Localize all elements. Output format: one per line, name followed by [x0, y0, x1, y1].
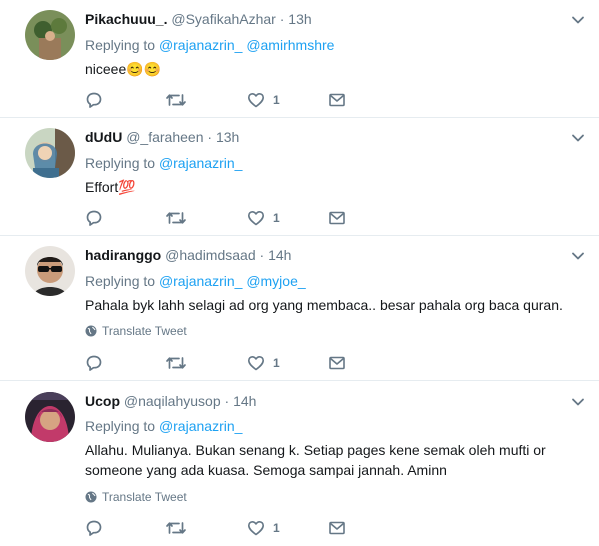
like-count: 1 [273, 356, 280, 370]
retweet-button[interactable] [165, 208, 187, 228]
like-count: 1 [273, 521, 280, 535]
direct-message-button[interactable] [328, 208, 346, 228]
replying-label: Replying to [85, 37, 156, 53]
tweet-3[interactable]: hadiranggo @hadimdsaad · 14h Replying to… [0, 236, 599, 381]
separator-dot: · [279, 11, 285, 27]
reply-icon [86, 355, 102, 371]
retweet-button[interactable] [165, 518, 187, 538]
retweet-icon [166, 357, 186, 369]
tweet-text: niceee😊😊 [85, 61, 162, 77]
replying-to: Replying to @rajanazrin_ @amirhmshre [85, 37, 334, 53]
user-name[interactable]: Pikachuuu_. [85, 11, 167, 27]
chevron-down-icon[interactable] [571, 395, 585, 409]
retweet-icon [166, 522, 186, 534]
chevron-down-icon[interactable] [571, 249, 585, 263]
mention-link[interactable]: @myjoe_ [246, 273, 305, 289]
user-name[interactable]: Ucop [85, 393, 120, 409]
avatar-icon[interactable] [25, 128, 75, 178]
like-button[interactable]: 1 [247, 353, 280, 373]
separator-dot: · [259, 247, 265, 263]
user-handle[interactable]: @naqilahyusop [124, 393, 221, 409]
like-button[interactable]: 1 [247, 518, 280, 538]
envelope-icon [329, 211, 345, 225]
mention-link[interactable]: @rajanazrin_ [159, 418, 242, 434]
translate-tweet-link[interactable]: Translate Tweet [85, 490, 187, 504]
envelope-icon [329, 93, 345, 107]
avatar-icon[interactable] [25, 10, 75, 60]
separator-dot: · [207, 129, 213, 145]
timestamp[interactable]: 13h [288, 11, 311, 27]
tweet-2[interactable]: dUdU @_faraheen · 13h Replying to @rajan… [0, 118, 599, 236]
retweet-button[interactable] [165, 90, 187, 110]
tweet-text: Effort💯 [85, 179, 136, 195]
globe-icon [85, 491, 97, 503]
reply-button[interactable] [85, 208, 103, 228]
retweet-icon [166, 212, 186, 224]
envelope-icon [329, 521, 345, 535]
heart-icon [248, 521, 264, 536]
like-button[interactable]: 1 [247, 90, 280, 110]
direct-message-button[interactable] [328, 353, 346, 373]
translate-label[interactable]: Translate Tweet [102, 490, 187, 504]
retweet-button[interactable] [165, 353, 187, 373]
reply-icon [86, 92, 102, 108]
reply-button[interactable] [85, 518, 103, 538]
user-handle[interactable]: @_faraheen [126, 129, 203, 145]
globe-icon [85, 325, 97, 337]
timestamp[interactable]: 14h [268, 247, 291, 263]
translate-tweet-link[interactable]: Translate Tweet [85, 324, 187, 338]
tweet-text-line-2: someone yang ada kuasa. Semoga sampai ja… [85, 462, 447, 478]
reply-icon [86, 210, 102, 226]
replying-to: Replying to @rajanazrin_ [85, 155, 242, 171]
user-name[interactable]: hadiranggo [85, 247, 161, 263]
tweet-4[interactable]: Ucop @naqilahyusop · 14h Replying to @ra… [0, 381, 599, 546]
mention-link[interactable]: @rajanazrin_ [159, 273, 242, 289]
avatar-icon[interactable] [25, 392, 75, 442]
separator-dot: · [224, 393, 230, 409]
chevron-down-icon[interactable] [571, 131, 585, 145]
like-button[interactable]: 1 [247, 208, 280, 228]
like-count: 1 [273, 211, 280, 225]
replying-label: Replying to [85, 418, 156, 434]
user-handle[interactable]: @SyafikahAzhar [171, 11, 275, 27]
timestamp[interactable]: 13h [216, 129, 239, 145]
translate-label[interactable]: Translate Tweet [102, 324, 187, 338]
replying-label: Replying to [85, 155, 156, 171]
reply-icon [86, 520, 102, 536]
envelope-icon [329, 356, 345, 370]
like-count: 1 [273, 93, 280, 107]
chevron-down-icon[interactable] [571, 13, 585, 27]
avatar-icon[interactable] [25, 246, 75, 296]
tweet-1[interactable]: Pikachuuu_. @SyafikahAzhar · 13h Replyin… [0, 0, 599, 118]
user-name[interactable]: dUdU [85, 129, 122, 145]
mention-link[interactable]: @rajanazrin_ [159, 155, 242, 171]
tweet-text-line-1: Allahu. Mulianya. Bukan senang k. Setiap… [85, 442, 546, 458]
mention-link[interactable]: @rajanazrin_ [159, 37, 242, 53]
retweet-icon [166, 94, 186, 106]
timestamp[interactable]: 14h [233, 393, 256, 409]
user-handle[interactable]: @hadimdsaad [165, 247, 256, 263]
replying-to: Replying to @rajanazrin_ @myjoe_ [85, 273, 306, 289]
replying-label: Replying to [85, 273, 156, 289]
heart-icon [248, 356, 264, 371]
tweet-text: Pahala byk lahh selagi ad org yang memba… [85, 297, 563, 313]
reply-button[interactable] [85, 353, 103, 373]
replying-to: Replying to @rajanazrin_ [85, 418, 242, 434]
heart-icon [248, 211, 264, 226]
mention-link[interactable]: @amirhmshre [246, 37, 334, 53]
heart-icon [248, 93, 264, 108]
direct-message-button[interactable] [328, 90, 346, 110]
direct-message-button[interactable] [328, 518, 346, 538]
reply-button[interactable] [85, 90, 103, 110]
